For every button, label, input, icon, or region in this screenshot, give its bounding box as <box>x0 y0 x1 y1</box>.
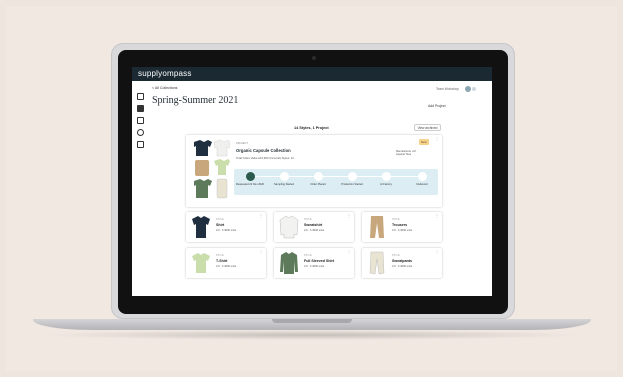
style-card[interactable]: STYLE Sweatshirt 2-6 · 6 3000 units ⋮ <box>274 212 354 242</box>
sidebar-collections-icon[interactable] <box>137 93 144 100</box>
more-options-icon[interactable]: ⋮ <box>435 214 439 218</box>
view-archived-button[interactable]: View archived <box>414 124 441 131</box>
style-label: STYLE <box>392 254 400 257</box>
style-label: STYLE <box>216 254 224 257</box>
step-label: Sampling Started <box>274 183 294 186</box>
step-factory-icon <box>381 172 391 181</box>
sidebar-garment-icon[interactable] <box>137 129 144 136</box>
top-bar: supplyompass <box>132 67 492 81</box>
trousers-image <box>370 216 384 238</box>
manufacturer-label: Manufacturer +M Apparel Tees <box>396 150 416 157</box>
step-sampling-icon <box>279 172 289 181</box>
style-name: Shirt <box>216 223 225 227</box>
page-title: Spring-Summer 2021 <box>152 95 239 106</box>
step-production-icon <box>347 172 357 181</box>
style-name: Sweatshirt <box>304 223 323 227</box>
style-card[interactable]: STYLE T-Shirt 2-6 · 6 3000 units ⋮ <box>186 248 266 278</box>
style-meta: 2-6 · 6 3000 units <box>392 229 413 232</box>
style-name: Trousers <box>392 223 408 227</box>
style-name: T-Shirt <box>216 259 228 263</box>
sidebar-calendar-icon[interactable] <box>137 117 144 124</box>
shirt-image <box>192 216 210 238</box>
more-options-icon[interactable]: ⋮ <box>347 250 351 254</box>
breadcrumb[interactable]: < All Collections <box>152 86 177 90</box>
laptop-notch <box>272 319 352 323</box>
sweatshirt-image <box>279 215 299 239</box>
laptop-shadow <box>40 330 584 340</box>
style-meta: 2-6 · 6 3000 units <box>304 229 325 232</box>
step-requested-icon <box>245 172 255 181</box>
team-name: Team Workshop <box>436 87 459 91</box>
style-label: STYLE <box>392 218 400 221</box>
avatar[interactable] <box>465 86 471 92</box>
progress-line <box>250 176 422 177</box>
sidebar <box>132 81 148 296</box>
style-meta: 2-6 · 6 3000 units <box>216 265 237 268</box>
more-options-icon[interactable]: ⋮ <box>347 214 351 218</box>
more-options-icon[interactable]: ⋮ <box>435 250 439 254</box>
progress-tracker: Requested 22 Nov 2020 Sampling Started O… <box>234 169 438 195</box>
tshirt-image <box>192 253 210 273</box>
style-name: Full Sleeved Shirt <box>304 259 335 263</box>
style-meta: 2-6 · 6 3000 units <box>216 229 237 232</box>
styles-summary: 14 Styles, 1 Project <box>294 126 329 130</box>
sidebar-factory-icon[interactable] <box>137 141 144 148</box>
step-delivered-icon <box>417 172 427 181</box>
style-card[interactable]: STYLE Sweatpants 2-6 · 6 3000 units ⋮ <box>362 248 442 278</box>
project-label: PROJECT <box>236 142 249 145</box>
style-meta: 2-6 · 6 3000 units <box>392 265 413 268</box>
project-card[interactable]: PROJECT Organic Capsule Collection Total… <box>186 135 442 207</box>
step-label: At Factory <box>380 183 392 186</box>
account-menu-icon[interactable] <box>472 87 476 91</box>
status-badge: New <box>419 139 429 145</box>
more-options-icon[interactable]: ⋮ <box>259 250 263 254</box>
more-options-icon[interactable]: ⋮ <box>435 137 439 141</box>
style-card[interactable]: STYLE Shirt 2-6 · 6 3000 units ⋮ <box>186 212 266 242</box>
style-label: STYLE <box>304 254 312 257</box>
style-label: STYLE <box>304 218 312 221</box>
more-options-icon[interactable]: ⋮ <box>259 214 263 218</box>
camera-icon <box>312 56 316 60</box>
sidebar-styles-icon[interactable] <box>137 105 144 112</box>
sweatpants-image <box>369 251 385 275</box>
laptop-screen: supplyompass < All Collections Spring-Su… <box>132 67 492 296</box>
project-name[interactable]: Organic Capsule Collection <box>236 148 291 153</box>
style-label: STYLE <box>216 218 224 221</box>
style-name: Sweatpants <box>392 259 412 263</box>
step-order-icon <box>313 172 323 181</box>
step-label: Order Placed <box>310 183 326 186</box>
app-logo[interactable]: supplyompass <box>138 69 192 78</box>
project-thumbnails <box>190 138 231 202</box>
style-meta: 2-6 · 6 3000 units <box>304 265 325 268</box>
style-card[interactable]: STYLE Full Sleeved Shirt 2-6 · 6 3000 un… <box>274 248 354 278</box>
project-meta: Total Order Value £10,960 (Incl+Intl) St… <box>236 156 294 160</box>
style-card[interactable]: STYLE Trousers 2-6 · 6 3000 units ⋮ <box>362 212 442 242</box>
full-sleeved-shirt-image <box>280 252 298 274</box>
step-label: Delivered <box>416 183 428 186</box>
step-label: Requested 22 Nov 2020 <box>236 183 264 186</box>
step-label: Production Started <box>341 183 363 186</box>
add-project-button[interactable]: Add Project <box>428 104 446 108</box>
